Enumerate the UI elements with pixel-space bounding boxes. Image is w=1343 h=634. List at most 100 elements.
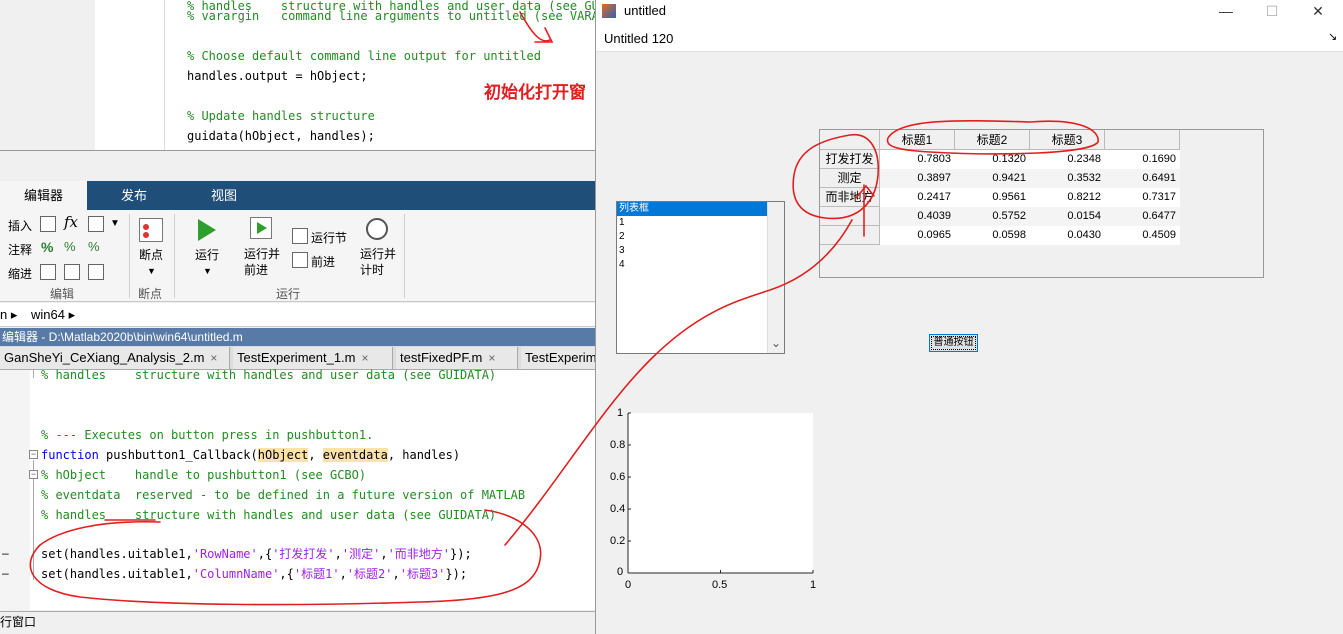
table-column-header[interactable] — [1105, 130, 1180, 150]
table-cell[interactable]: 0.3897 — [880, 169, 955, 188]
annotation-label: 初始化打开窗 — [484, 83, 586, 102]
fold-toggle-icon[interactable]: − — [29, 450, 38, 459]
table-cell[interactable]: 0.7803 — [880, 150, 955, 169]
table-cell[interactable]: 0.2417 — [880, 188, 955, 207]
table-cell[interactable]: 0.5752 — [955, 207, 1030, 226]
table-cell[interactable]: 0.2348 — [1030, 150, 1105, 169]
push-button[interactable]: 普通按钮 — [929, 334, 978, 352]
comment-percent-icon[interactable]: % — [41, 239, 53, 255]
maximize-button[interactable]: ☐ — [1252, 2, 1292, 20]
code-text: , — [334, 547, 342, 561]
table-cell[interactable]: 0.1320 — [955, 150, 1030, 169]
table-row-header[interactable] — [820, 207, 880, 226]
code-text: ,{ — [279, 567, 294, 581]
tab-publish[interactable]: 发布 — [95, 181, 173, 210]
listbox-item[interactable]: 3 — [617, 244, 767, 258]
table-cell[interactable]: 0.3532 — [1030, 169, 1105, 188]
listbox-item[interactable]: 1 — [617, 216, 767, 230]
listbox-item[interactable]: 4 — [617, 258, 767, 272]
table-row-header[interactable]: 而非地方 — [820, 188, 880, 207]
table-cell[interactable]: 0.7317 — [1105, 188, 1180, 207]
dropdown-arrow-icon[interactable]: ▼ — [110, 218, 120, 229]
run-button[interactable]: 运行 — [195, 246, 219, 263]
command-window-tab[interactable]: 行窗口 — [0, 611, 598, 634]
minimize-button[interactable]: — — [1206, 2, 1246, 20]
advance-button[interactable]: 前进 — [311, 253, 335, 270]
close-icon[interactable]: × — [210, 351, 217, 365]
table-cell[interactable]: 0.9561 — [955, 188, 1030, 207]
bg-code-line: guidata(hObject, handles); — [187, 129, 375, 143]
insert-label[interactable]: 插入 — [8, 217, 32, 234]
wrap-comment-icon[interactable]: % — [88, 239, 100, 254]
editor-tab[interactable]: TestExperim — [521, 347, 598, 369]
dropdown-arrow-icon[interactable]: ▼ — [147, 266, 156, 276]
y-tick-label: 1 — [617, 407, 624, 419]
advance-icon[interactable] — [292, 252, 308, 268]
table-cell[interactable]: 0.6491 — [1105, 169, 1180, 188]
breakpoints-button[interactable]: 断点 — [139, 246, 163, 263]
table-column-header[interactable]: 标题1 — [880, 130, 955, 150]
menu-untitled[interactable]: Untitled 120 — [604, 31, 673, 46]
figure-title-bar: untitled — ☐ ✕ — [596, 0, 1343, 22]
table-row-header[interactable]: 打发打发 — [820, 150, 880, 169]
breakpoint-icon[interactable] — [139, 218, 163, 242]
editor-tab-label: GanSheYi_CeXiang_Analysis_2.m — [4, 350, 205, 365]
insert-icon[interactable] — [40, 216, 56, 232]
fx-button[interactable]: fx — [64, 213, 78, 231]
table-cell[interactable]: 0.0430 — [1030, 226, 1105, 245]
table-cell[interactable]: 0.8212 — [1030, 188, 1105, 207]
table-cell[interactable]: 0.0598 — [955, 226, 1030, 245]
table-row-header[interactable]: 测定 — [820, 169, 880, 188]
run-icon[interactable] — [198, 219, 216, 241]
comment-label[interactable]: 注释 — [8, 241, 32, 258]
close-button[interactable]: ✕ — [1298, 2, 1338, 20]
table-column-header[interactable]: 标题2 — [955, 130, 1030, 150]
string-literal: 'ColumnName' — [192, 567, 280, 581]
close-icon[interactable]: × — [362, 351, 369, 365]
dock-arrow-icon[interactable]: ↘ — [1328, 30, 1337, 43]
chevron-down-icon[interactable]: ⌄ — [771, 336, 781, 350]
table-row-header[interactable] — [820, 226, 880, 245]
run-and-time-icon[interactable] — [366, 218, 388, 240]
table-cell[interactable]: 0.1690 — [1105, 150, 1180, 169]
string-literal: 'RowName' — [192, 547, 258, 561]
fold-line — [33, 370, 34, 378]
run-section-icon[interactable] — [292, 228, 308, 244]
listbox-scrollbar[interactable]: ⌄ — [767, 202, 784, 353]
function-browser-icon[interactable] — [88, 216, 104, 232]
run-and-advance-icon[interactable] — [250, 217, 272, 239]
fold-toggle-icon[interactable]: − — [29, 470, 38, 479]
y-tick-label: 0.6 — [610, 471, 626, 483]
code-line: % handles structure with handles and use… — [41, 508, 497, 522]
tab-editor[interactable]: 编辑器 — [0, 181, 87, 210]
table-column-header[interactable]: 标题3 — [1030, 130, 1105, 150]
table-cell[interactable]: 0.6477 — [1105, 207, 1180, 226]
y-tick-label: 0.8 — [610, 439, 626, 451]
table-cell[interactable]: 0.0154 — [1030, 207, 1105, 226]
table-cell[interactable]: 0.4039 — [880, 207, 955, 226]
code-line: set(handles.uitable1,'ColumnName',{'标题1'… — [41, 564, 467, 584]
ribbon-separator — [129, 214, 130, 298]
indent-label[interactable]: 缩进 — [8, 265, 32, 282]
run-and-time-button[interactable]: 运行并 计时 — [360, 246, 396, 278]
matlab-logo-icon — [602, 4, 616, 18]
editor-title-bar: 编辑器 - D:\Matlab2020b\bin\win64\untitled.… — [0, 328, 598, 346]
run-and-advance-button[interactable]: 运行并 前进 — [244, 246, 280, 278]
table-cell[interactable]: 0.9421 — [955, 169, 1030, 188]
listbox-item[interactable]: 列表框 — [617, 202, 767, 216]
decrease-indent-icon[interactable] — [88, 264, 104, 280]
dropdown-arrow-icon[interactable]: ▼ — [203, 266, 212, 276]
background-editor-gutter — [0, 0, 95, 152]
address-folder[interactable]: win64 ▸ — [31, 307, 75, 322]
smart-indent-icon[interactable] — [40, 264, 56, 280]
tab-view[interactable]: 视图 — [185, 181, 263, 210]
listbox-item[interactable]: 2 — [617, 230, 767, 244]
increase-indent-icon[interactable] — [64, 264, 80, 280]
code-text: pushbutton1_Callback( — [98, 448, 258, 462]
table-cell[interactable]: 0.4509 — [1105, 226, 1180, 245]
run-section-button[interactable]: 运行节 — [311, 229, 347, 246]
close-icon[interactable]: × — [488, 351, 495, 365]
table-cell[interactable]: 0.0965 — [880, 226, 955, 245]
address-bar[interactable]: n ▸ win64 ▸ — [0, 303, 598, 327]
uncomment-icon[interactable]: % — [64, 239, 76, 254]
